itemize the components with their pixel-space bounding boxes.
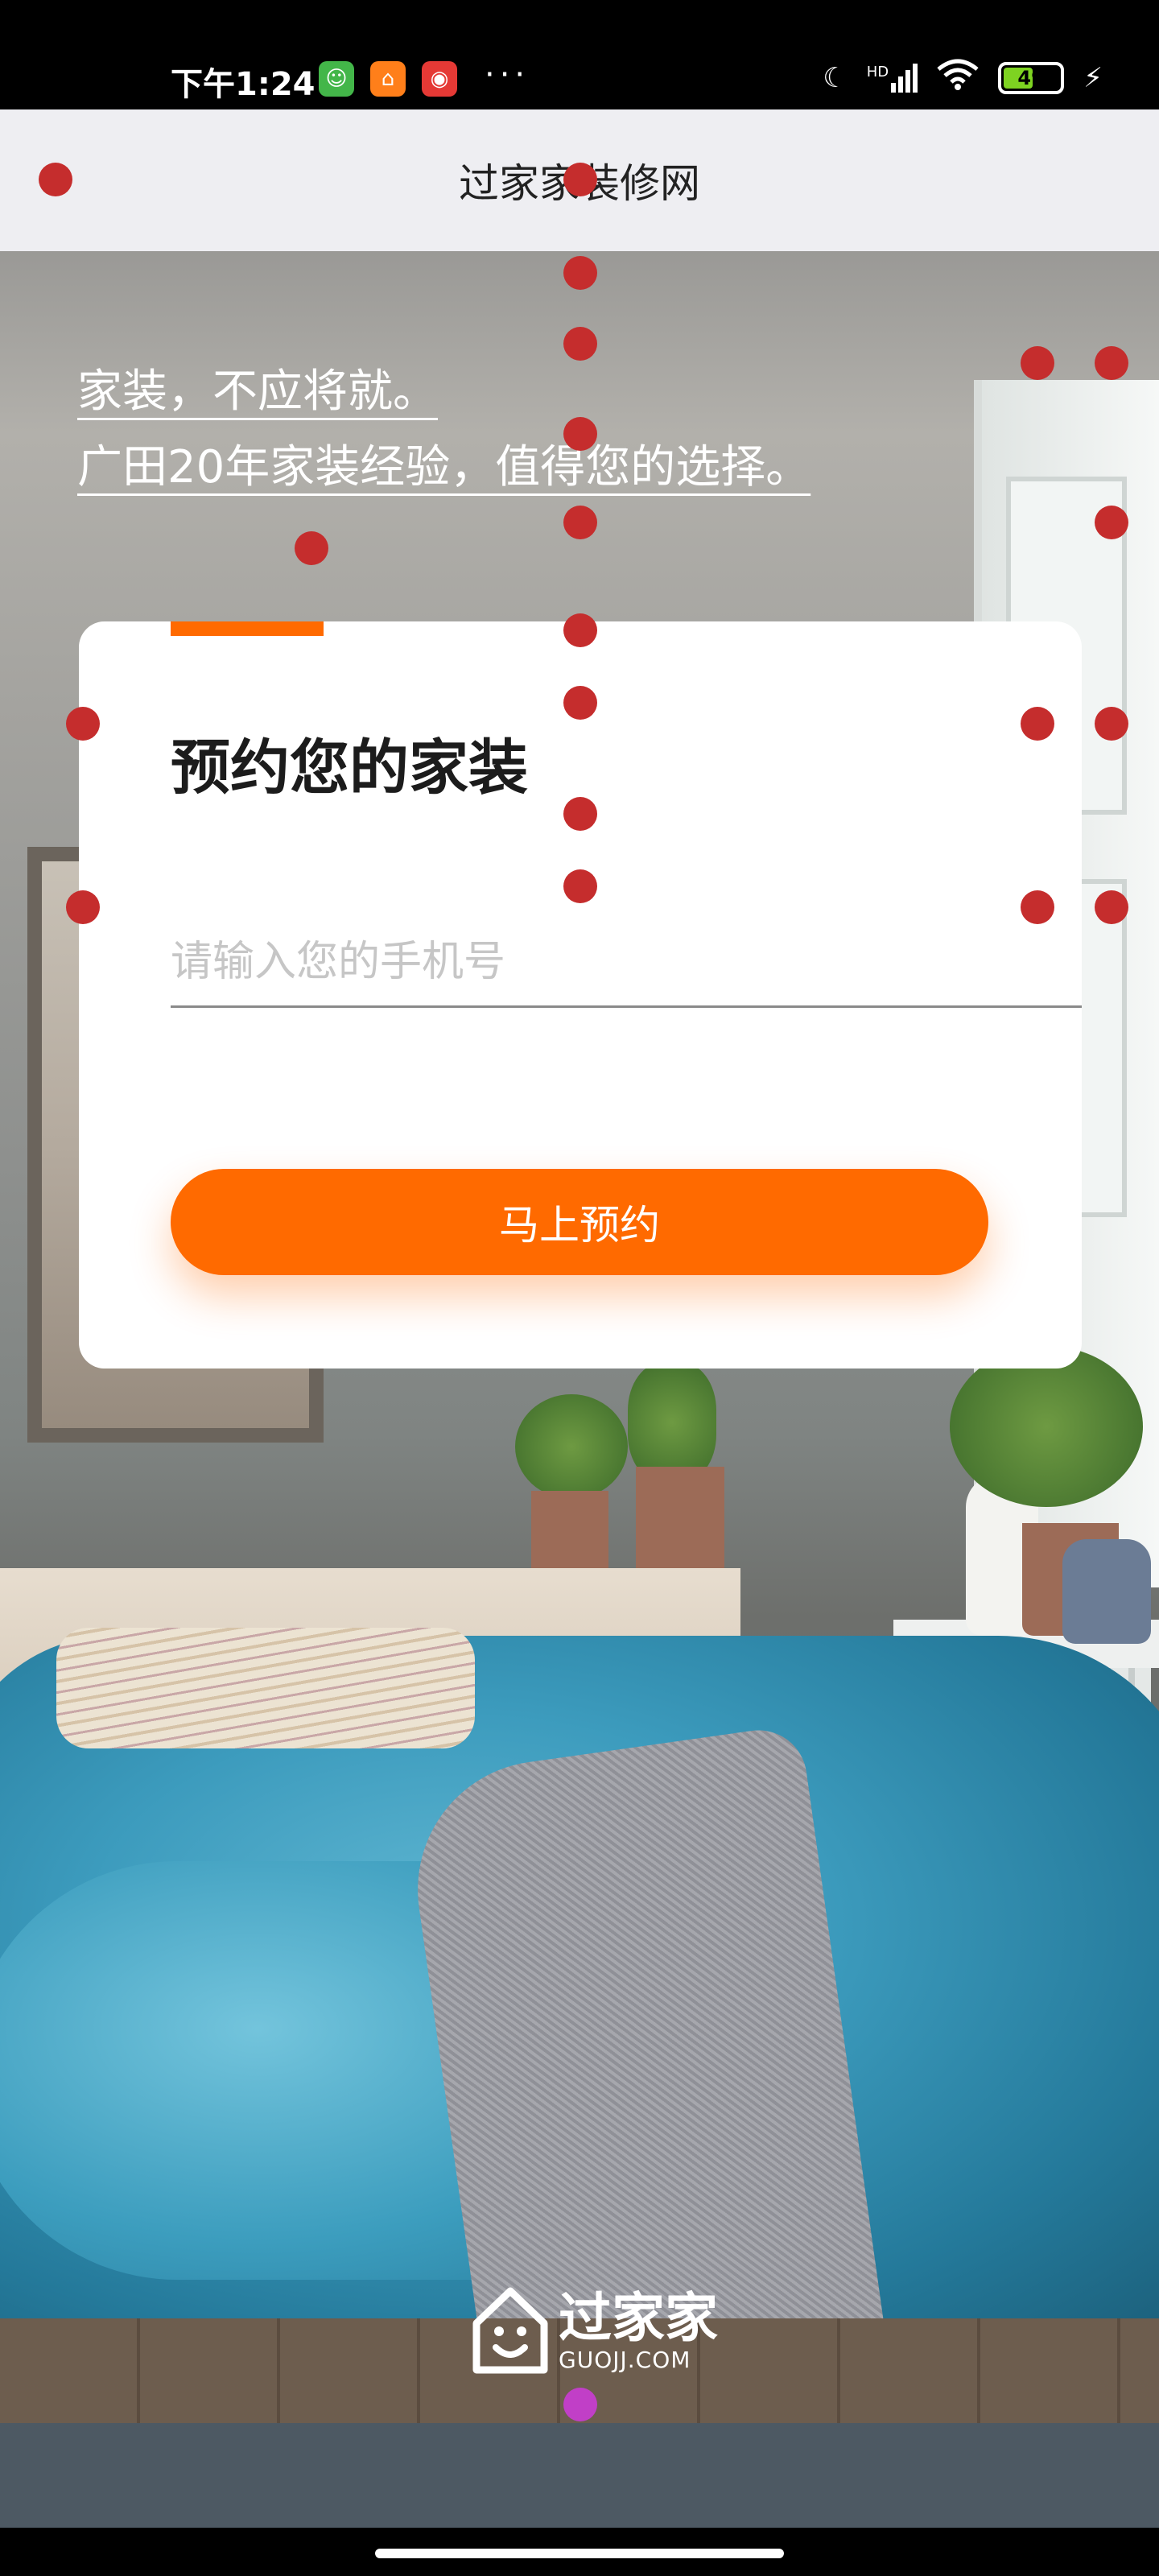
marker-dot [1021, 890, 1054, 924]
hero-line-1[interactable]: 家装，不应将就。 [77, 354, 810, 430]
charging-icon: ⚡ [1083, 61, 1103, 94]
book-now-button[interactable]: 马上预约 [171, 1169, 988, 1275]
more-notifications-icon: ··· [485, 56, 530, 93]
marker-dot [1021, 346, 1054, 380]
signal-icon: HD [866, 63, 918, 93]
marker-dot [1095, 346, 1128, 380]
marker-dot [563, 797, 597, 831]
notification-apps: ☺ ⌂ ◉ [319, 61, 457, 97]
marker-dot [295, 531, 328, 565]
home-gesture-handle[interactable] [375, 2549, 784, 2558]
form-title: 预约您的家装 [171, 733, 528, 803]
marker-dot [39, 163, 72, 196]
house-logo-icon [472, 2287, 548, 2374]
marker-dot [1021, 707, 1054, 741]
marker-dot [563, 327, 597, 361]
status-time: 下午1:24 [171, 66, 316, 103]
home-app-icon: ⌂ [370, 61, 406, 97]
marker-dot [563, 163, 597, 196]
marker-dot [1095, 890, 1128, 924]
marker-dot [563, 417, 597, 451]
hero-line-2[interactable]: 广田20年家装经验，值得您的选择。 [77, 430, 810, 506]
battery-level: 49 [1017, 66, 1045, 89]
bedroom-background-image [0, 251, 1159, 2528]
status-right: ☾ HD 49 ⚡ [823, 58, 1103, 97]
wifi-icon [937, 58, 979, 97]
hero-headline: 家装，不应将就。 广田20年家装经验，值得您的选择。 [77, 354, 810, 506]
marker-dot [66, 890, 100, 924]
guojj-logo: 过家家 GUOJJ.COM [472, 2286, 718, 2376]
marker-dot [563, 256, 597, 290]
logo-cn-text: 过家家 [559, 2286, 718, 2349]
marker-dot [563, 686, 597, 720]
marker-dot [66, 707, 100, 741]
booking-form-card: 预约您的家装 马上预约 [79, 621, 1082, 1368]
logo-en-text: GUOJJ.COM [559, 2346, 691, 2373]
moon-icon: ☾ [823, 61, 848, 94]
marker-dot [563, 506, 597, 539]
marker-dot [1095, 506, 1128, 539]
status-bar: 下午1:24 ☺ ⌂ ◉ ··· ☾ HD 49 ⚡ [0, 0, 1159, 109]
marker-dot [563, 613, 597, 647]
android-app-icon: ☺ [319, 61, 354, 97]
phone-input[interactable] [171, 918, 1082, 1008]
card-accent-bar [171, 621, 324, 636]
marker-dot [563, 869, 597, 903]
battery-icon: 49 [998, 61, 1065, 94]
marker-dot-highlight [563, 2388, 597, 2421]
red-app-icon: ◉ [422, 61, 457, 97]
network-type: HD [866, 63, 889, 80]
marker-dot [1095, 707, 1128, 741]
pillow-image [56, 1628, 475, 1748]
system-nav-bar [0, 2528, 1159, 2576]
